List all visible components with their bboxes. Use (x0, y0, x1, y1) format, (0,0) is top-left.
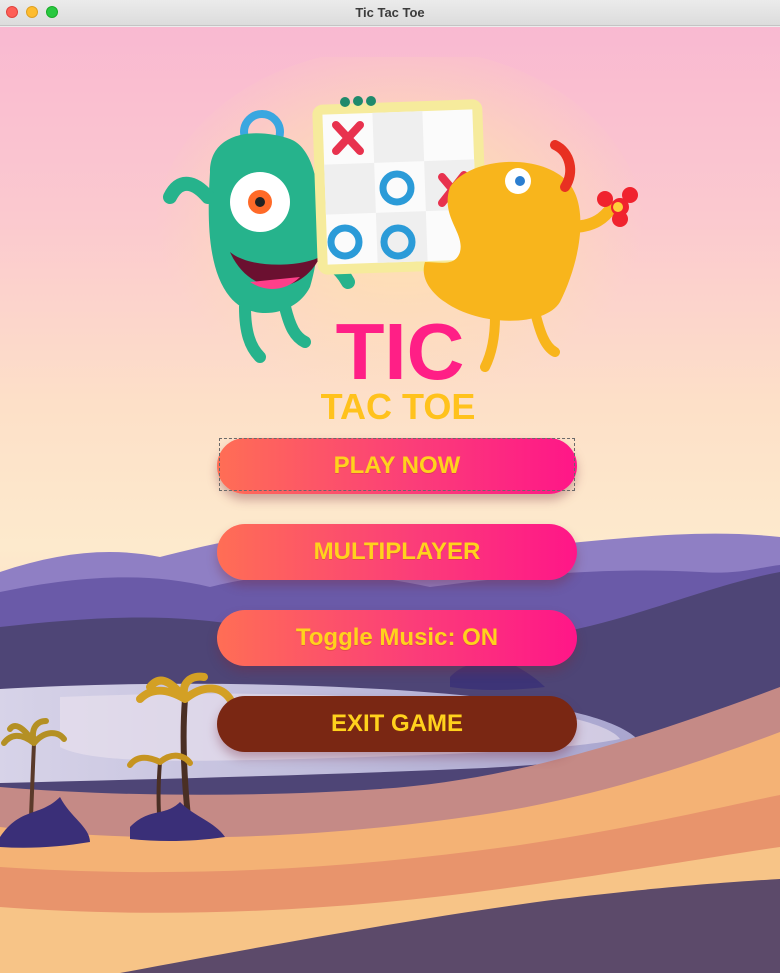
play-now-button[interactable]: PLAY NOW (217, 438, 577, 494)
title-bar: Tic Tac Toe (0, 0, 780, 26)
app-window: Tic Tac Toe TIC TAC TOE PLAY NOW MULTIPL… (0, 0, 780, 973)
logo-title-tic: TIC (336, 307, 465, 396)
window-title: Tic Tac Toe (355, 5, 425, 20)
logo-title-tactoe: TAC TOE (321, 386, 476, 427)
game-logo: TIC TAC TOE (155, 57, 645, 427)
multiplayer-button[interactable]: MULTIPLAYER (217, 524, 577, 580)
exit-game-button[interactable]: EXIT GAME (217, 696, 577, 752)
game-menu-screen: TIC TAC TOE PLAY NOW MULTIPLAYER Toggle … (0, 27, 780, 973)
toggle-music-button[interactable]: Toggle Music: ON (217, 610, 577, 666)
